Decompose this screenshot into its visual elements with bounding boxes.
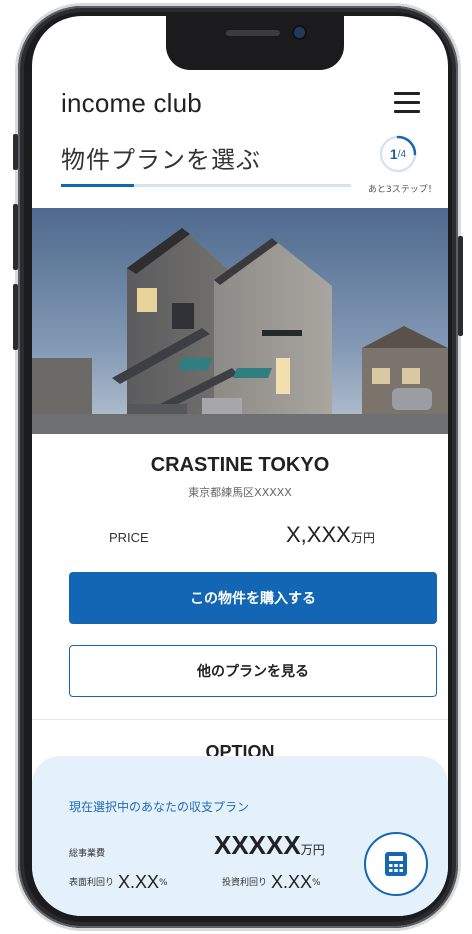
price-unit: 万円: [350, 531, 375, 545]
plan-summary-panel: 現在選択中のあなたの収支プラン 総事業費 XXXXX万円 表面利回り X.XX% …: [32, 756, 448, 916]
surface-yield-value: X.XX: [118, 872, 160, 892]
calculator-button[interactable]: [364, 832, 428, 896]
volume-up-button: [13, 204, 18, 270]
investment-yield-unit: %: [312, 878, 321, 888]
progress-bar: [61, 184, 351, 187]
property-photo: [32, 208, 448, 434]
calculator-icon: [385, 852, 407, 876]
total-cost-amount: XXXXX: [214, 830, 301, 860]
power-button: [458, 236, 463, 336]
front-camera: [294, 27, 305, 38]
property-address: 東京都練馬区XXXXX: [188, 486, 292, 499]
speaker-grille: [226, 30, 280, 36]
investment-yield: 投資利回り X.XX%: [222, 872, 321, 893]
step-total: /4: [397, 148, 407, 160]
brand-logo[interactable]: income club: [61, 88, 202, 119]
property-name: CRASTINE TOKYO: [150, 454, 330, 476]
investment-yield-value: X.XX: [271, 872, 313, 892]
summary-title: 現在選択中のあなたの収支プラン: [69, 800, 250, 814]
section-divider: [32, 719, 448, 720]
investment-yield-label: 投資利回り: [222, 878, 268, 888]
mute-switch: [13, 134, 18, 170]
building-image: [32, 208, 448, 434]
price-amount: X,XXX: [286, 522, 351, 547]
total-cost-value: XXXXX万円: [214, 830, 325, 861]
step-indicator: 1/4: [378, 134, 418, 174]
total-cost-label: 総事業費: [69, 849, 106, 859]
phone-screen: income club 物件プランを選ぶ 1/4 あと3ステップ！ CRASTI…: [32, 16, 448, 916]
step-current: 1: [389, 146, 398, 162]
buy-property-button[interactable]: この物件を購入する: [69, 572, 437, 624]
hamburger-menu-icon[interactable]: [394, 92, 420, 114]
step-counter: 1/4: [378, 134, 418, 174]
steps-remaining: あと3ステップ！: [368, 185, 437, 195]
surface-yield: 表面利回り X.XX%: [69, 872, 168, 893]
progress-bar-fill: [61, 184, 134, 187]
price-label: PRICE: [109, 530, 149, 545]
surface-yield-label: 表面利回り: [69, 878, 115, 888]
total-cost-unit: 万円: [300, 843, 325, 857]
notch: [166, 16, 344, 70]
surface-yield-unit: %: [159, 878, 168, 888]
volume-down-button: [13, 284, 18, 350]
page-title: 物件プランを選ぶ: [61, 146, 261, 174]
view-other-plans-button[interactable]: 他のプランを見る: [69, 645, 437, 697]
price-value: X,XXX万円: [286, 522, 375, 548]
